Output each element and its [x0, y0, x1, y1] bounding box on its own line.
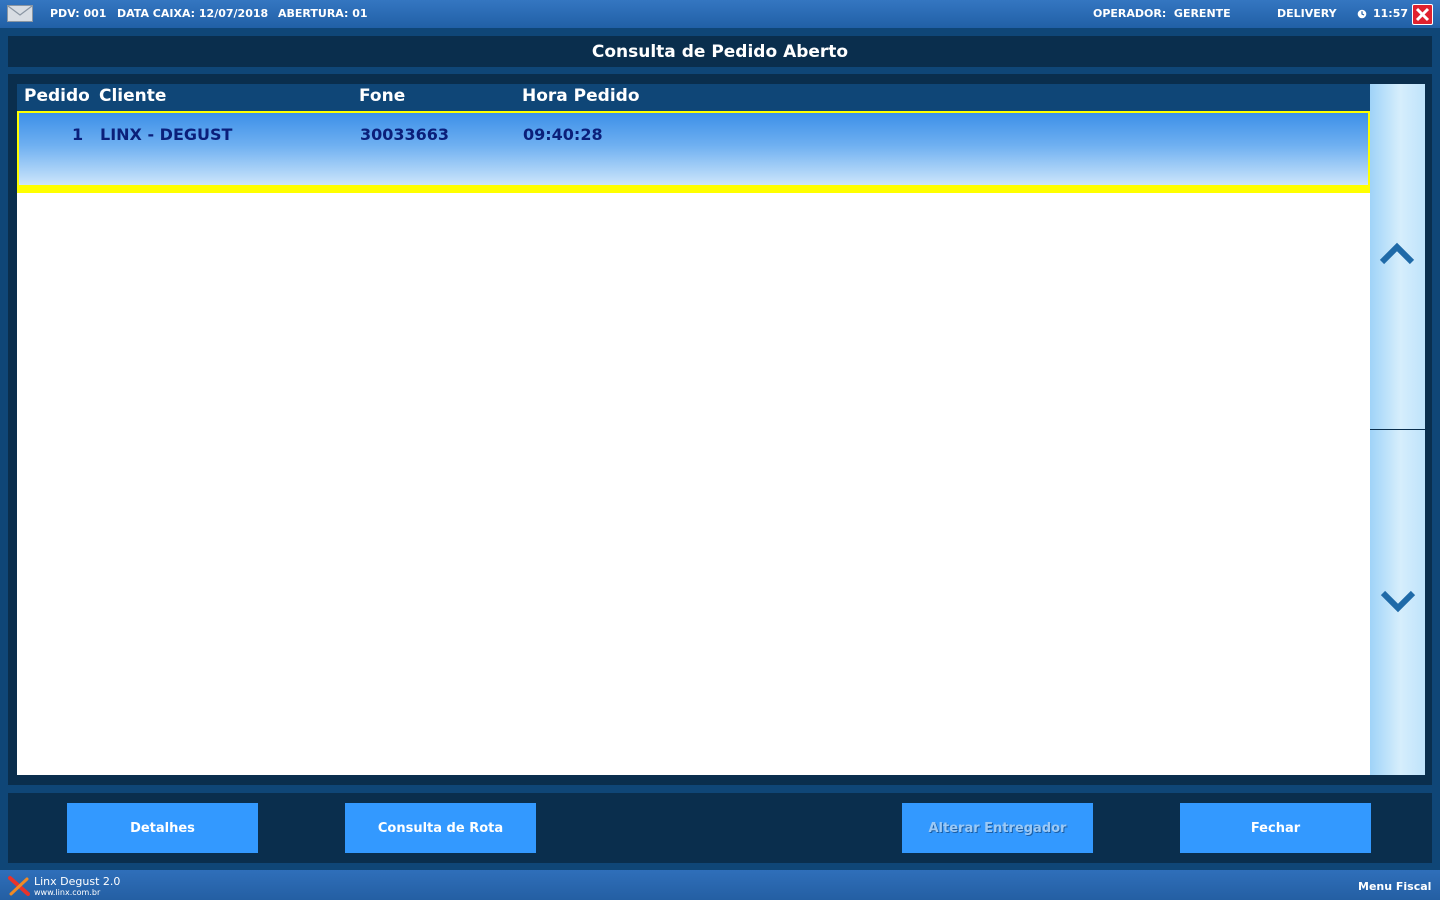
chevron-up-icon [1379, 242, 1415, 265]
menu-fiscal-link[interactable]: Menu Fiscal [1358, 880, 1431, 893]
linx-logo-icon [8, 876, 30, 896]
column-header-cliente: Cliente [99, 86, 167, 106]
title-panel: Consulta de Pedido Aberto [8, 36, 1432, 67]
footer-bar [0, 870, 1440, 900]
table-row[interactable]: 1 LINX - DEGUST 30033663 09:40:28 [17, 111, 1370, 193]
close-button[interactable] [1412, 4, 1433, 25]
operador-label: OPERADOR: GERENTE [1093, 7, 1231, 20]
scroll-up-button[interactable] [1370, 84, 1425, 429]
abertura-label: ABERTURA: 01 [278, 7, 368, 20]
close-icon [1415, 7, 1430, 22]
cell-hora-pedido: 09:40:28 [523, 125, 603, 144]
column-header-hora-pedido: Hora Pedido [522, 86, 640, 106]
scroll-down-button[interactable] [1370, 430, 1425, 775]
clock-time: 11:57 [1373, 7, 1409, 20]
column-header-fone: Fone [359, 86, 406, 106]
app-website: www.linx.com.br [34, 888, 101, 897]
alterar-entregador-button[interactable]: Alterar Entregador [902, 803, 1093, 853]
table-header: Pedido Cliente Fone Hora Pedido [17, 84, 1370, 111]
orders-table: Pedido Cliente Fone Hora Pedido 1 LINX -… [17, 84, 1370, 775]
detalhes-button[interactable]: Detalhes [67, 803, 258, 853]
data-caixa-label: DATA CAIXA: 12/07/2018 [117, 7, 269, 20]
fechar-button[interactable]: Fechar [1180, 803, 1371, 853]
cell-cliente: LINX - DEGUST [100, 125, 233, 144]
consulta-de-rota-button[interactable]: Consulta de Rota [345, 803, 536, 853]
chevron-down-icon [1380, 590, 1416, 613]
top-status-bar: PDV: 001 DATA CAIXA: 12/07/2018 ABERTURA… [0, 0, 1440, 28]
column-header-pedido: Pedido [24, 86, 90, 106]
app-name: Linx Degust 2.0 [34, 875, 121, 888]
page-title: Consulta de Pedido Aberto [591, 42, 849, 62]
cell-pedido: 1 [72, 125, 84, 144]
mode-label: DELIVERY [1277, 7, 1337, 20]
cell-fone: 30033663 [360, 125, 450, 144]
mail-icon[interactable] [7, 5, 33, 22]
pdv-label: PDV: 001 [50, 7, 107, 20]
clock-icon [1357, 9, 1367, 19]
